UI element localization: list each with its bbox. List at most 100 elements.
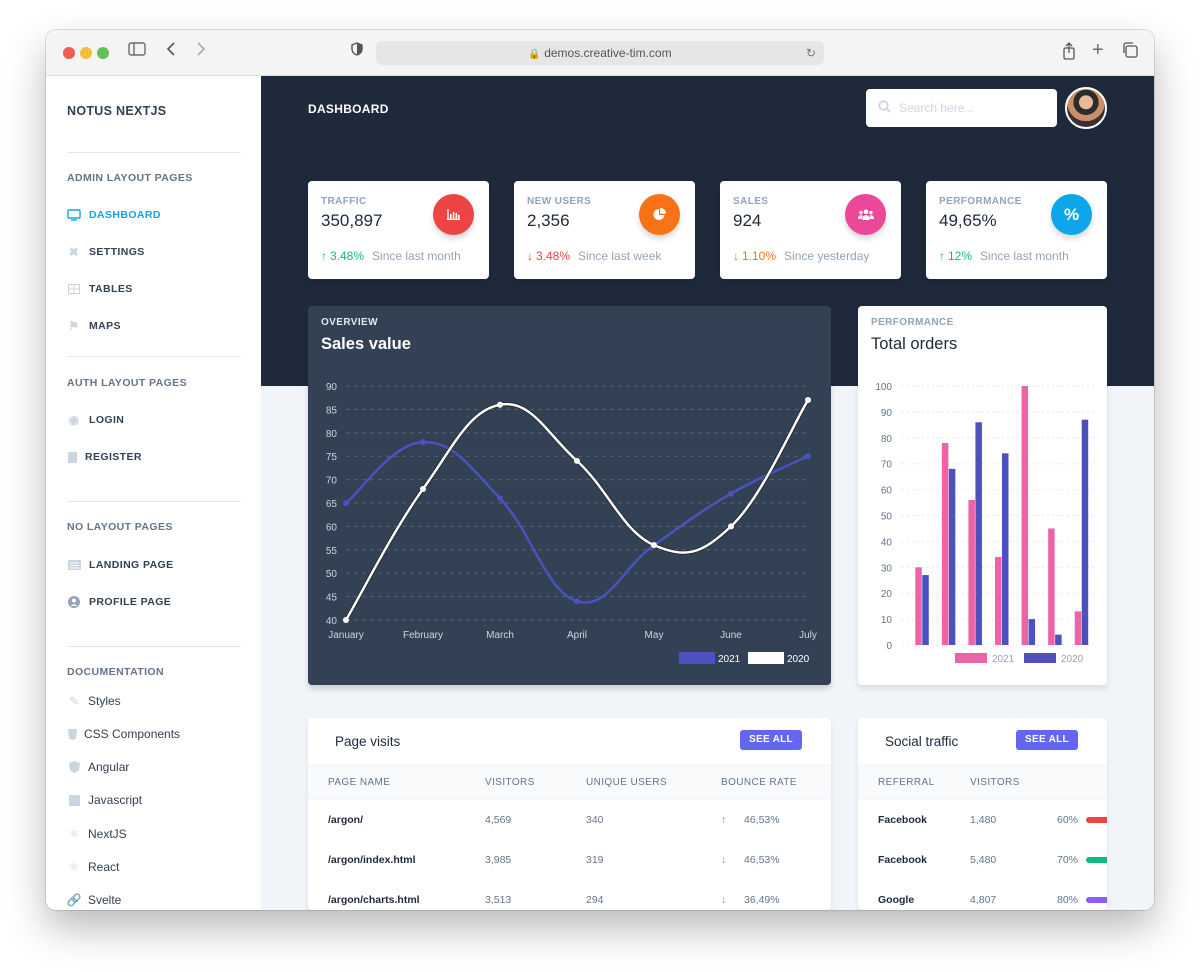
stat-since: Since last week [578,249,662,263]
sidebar-item-label: TABLES [89,283,133,295]
progress-bar [1086,817,1107,823]
stat-footer: ↓ 1.10% Since yesterday [733,249,869,263]
doc-link-styles[interactable]: ✎ Styles [67,694,121,708]
y-tick-label: 100 [875,382,892,393]
visitors: 5,480 [970,854,997,866]
y-tick-label: 85 [326,405,338,416]
stat-since: Since last month [372,249,461,263]
sidebar-item-login[interactable]: ◉ LOGIN [67,413,124,427]
search-input[interactable] [899,101,1039,115]
x-tick-label: February [403,630,443,641]
x-tick-label: June [720,630,742,641]
bar-2020 [922,575,929,645]
bar-2020 [1081,419,1089,645]
bounce-rate: 46,53% [744,814,780,826]
see-all-button[interactable]: SEE ALL [1016,730,1078,750]
column-header: UNIQUE USERS [586,777,667,788]
bar-2021 [915,567,922,645]
sidebar-toggle-icon[interactable] [128,42,146,62]
sidebar-item-label: LANDING PAGE [89,559,174,571]
section-title-auth: AUTH LAYOUT PAGES [67,377,187,389]
bar-2020 [948,468,956,645]
referral: Facebook [878,854,928,866]
bar-2020 [975,422,982,645]
reload-icon[interactable]: ↻ [806,41,816,65]
legend-swatch-2020 [748,652,784,664]
arrow-up-icon: ↑ [721,814,727,826]
lock-icon: 🔒 [528,49,541,60]
arrow-down-icon: ↓ [733,249,739,263]
doc-link-javascript[interactable]: Javascript [67,793,142,807]
legend-swatch-2021 [679,652,715,664]
arrow-down-icon: ↓ [721,854,727,866]
data-point-2020 [728,523,734,530]
bar-2021 [1048,528,1055,645]
table-row: Facebook 1,480 60% [858,800,1107,840]
see-all-button[interactable]: SEE ALL [740,730,802,750]
sales-value-card: OVERVIEW Sales value 40 45 50 55 60 65 70 75 80 8… [308,306,831,685]
doc-link-nextjs[interactable]: ⚛ NextJS [67,827,127,841]
percent: 60% [1057,814,1079,826]
social-traffic-card: Social traffic SEE ALL REFERRAL VISITORS… [858,718,1107,910]
column-header: PAGE NAME [328,777,391,788]
stat-card-performance: PERFORMANCE 49,65% % ↑ 12% Since last mo… [926,181,1107,279]
sidebar-item-landing-page[interactable]: LANDING PAGE [67,558,174,572]
page-name: /argon/index.html [328,854,416,866]
sidebar-item-maps[interactable]: ⚑ MAPS [67,319,121,333]
stat-since: Since last month [980,249,1069,263]
unique-users: 340 [586,814,604,826]
legend-label-2020: 2020 [787,654,810,665]
table-row: Facebook 5,480 70% [858,840,1107,880]
sidebar: NOTUS NEXTJS ADMIN LAYOUT PAGES DASHBOAR… [46,76,261,910]
back-icon[interactable] [166,42,176,62]
data-point-2021 [574,598,580,605]
clipboard-icon [67,450,77,464]
table-row: /argon/charts.html 3,513 294 ↓ 36,49% [308,880,831,910]
column-header: VISITORS [485,777,535,788]
unique-users: 294 [586,894,604,906]
doc-link-angular[interactable]: Angular [67,760,129,774]
sidebar-item-label: PROFILE PAGE [89,596,172,608]
share-icon[interactable] [1062,42,1076,66]
close-window-button[interactable] [63,47,75,59]
sidebar-item-profile-page[interactable]: PROFILE PAGE [67,595,171,609]
table-row: /argon/index.html 3,985 319 ↓ 46,53% [308,840,831,880]
sidebar-item-dashboard[interactable]: DASHBOARD [67,208,161,222]
maximize-window-button[interactable] [97,47,109,59]
doc-link-label: Svelte [88,893,122,907]
sidebar-item-settings[interactable]: ✖ SETTINGS [67,245,145,259]
y-tick-label: 80 [326,429,338,440]
address-bar[interactable]: 🔒 demos.creative-tim.com ↻ [376,41,824,65]
legend-swatch-2021 [955,653,987,663]
bar-2021 [941,442,949,645]
section-title-admin: ADMIN LAYOUT PAGES [67,172,193,184]
sidebar-item-register[interactable]: REGISTER [67,450,142,464]
y-tick-label: 45 [326,593,338,604]
css3-icon [67,727,77,741]
y-tick-label: 80 [881,434,893,445]
stat-change: 12% [948,249,973,263]
doc-link-css-components[interactable]: CSS Components [67,727,180,741]
brand-logo[interactable]: NOTUS NEXTJS [67,104,166,118]
y-tick-label: 40 [881,537,893,548]
tabs-overview-icon[interactable] [1122,42,1138,64]
doc-link-react[interactable]: ⚛ React [67,860,120,874]
user-avatar[interactable] [1065,87,1107,129]
visitors: 3,985 [485,854,512,866]
minimize-window-button[interactable] [80,47,92,59]
stat-label: SALES [733,196,769,207]
shield-icon[interactable] [351,42,363,62]
stat-value: 924 [733,211,762,230]
bar-2020 [1002,453,1009,645]
new-tab-icon[interactable]: + [1092,40,1104,60]
y-tick-label: 75 [326,452,338,463]
angular-icon [67,760,81,774]
forward-icon[interactable] [196,42,206,62]
search-box[interactable] [866,89,1057,127]
divider [67,356,241,357]
progress-bar [1086,897,1107,903]
page-title[interactable]: DASHBOARD [308,102,389,116]
doc-link-svelte[interactable]: 🔗 Svelte [67,893,122,907]
sidebar-item-tables[interactable]: TABLES [67,282,133,296]
visitors: 4,569 [485,814,512,826]
